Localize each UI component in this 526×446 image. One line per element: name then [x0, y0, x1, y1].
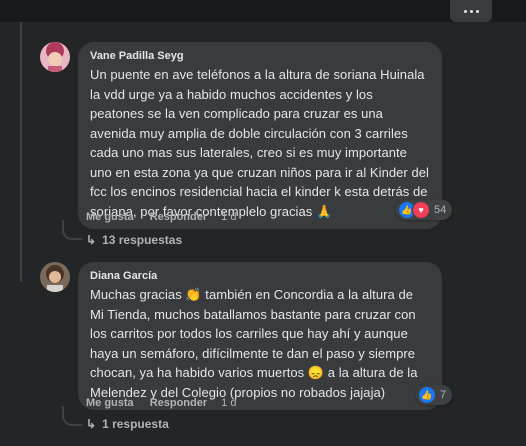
- reaction-summary[interactable]: 👍 7: [416, 385, 453, 405]
- view-replies-link[interactable]: ↳ 13 respuestas: [86, 233, 182, 247]
- reaction-summary[interactable]: 👍 ♥ 54: [396, 200, 453, 220]
- reaction-count: 54: [434, 204, 447, 216]
- comment-bubble: Diana García Muchas gracias 👏 también en…: [78, 262, 442, 410]
- timestamp[interactable]: 1 d: [221, 211, 236, 223]
- comment-bubble: Vane Padilla Seyg Un puente en ave teléf…: [78, 42, 442, 229]
- more-horizontal-icon: [463, 9, 467, 13]
- reply-connector: [62, 406, 82, 426]
- reply-connector: [62, 220, 82, 240]
- replies-count: 1 respuesta: [102, 417, 169, 431]
- comment-author[interactable]: Vane Padilla Seyg: [90, 49, 430, 63]
- comment-author[interactable]: Diana García: [90, 269, 430, 283]
- comment-actions: Me gusta Responder 1 d: [86, 211, 236, 223]
- like-link[interactable]: Me gusta: [86, 211, 134, 223]
- replies-count: 13 respuestas: [102, 233, 183, 247]
- top-strip: [0, 0, 526, 22]
- reply-link[interactable]: Responder: [150, 397, 207, 409]
- view-replies-link[interactable]: ↳ 1 respuesta: [86, 417, 169, 431]
- avatar[interactable]: [40, 42, 70, 72]
- comment-actions: Me gusta Responder 1 d: [86, 397, 236, 409]
- comments-panel: Vane Padilla Seyg Un puente en ave teléf…: [0, 0, 526, 446]
- thread-line: [20, 22, 22, 282]
- like-link[interactable]: Me gusta: [86, 397, 134, 409]
- love-icon: ♥: [412, 201, 430, 219]
- reply-arrow-icon: ↳: [86, 233, 97, 247]
- comment-text: Muchas gracias 👏 también en Concordia a …: [90, 287, 418, 400]
- reply-link[interactable]: Responder: [150, 211, 207, 223]
- reaction-count: 7: [440, 389, 447, 401]
- reply-arrow-icon: ↳: [86, 417, 97, 431]
- like-icon: 👍: [418, 386, 436, 404]
- avatar[interactable]: [40, 262, 70, 292]
- more-options-button[interactable]: [450, 0, 492, 22]
- timestamp[interactable]: 1 d: [221, 397, 236, 409]
- comment-text: Un puente en ave teléfonos a la altura d…: [90, 67, 429, 219]
- scrollbar[interactable]: [516, 22, 526, 446]
